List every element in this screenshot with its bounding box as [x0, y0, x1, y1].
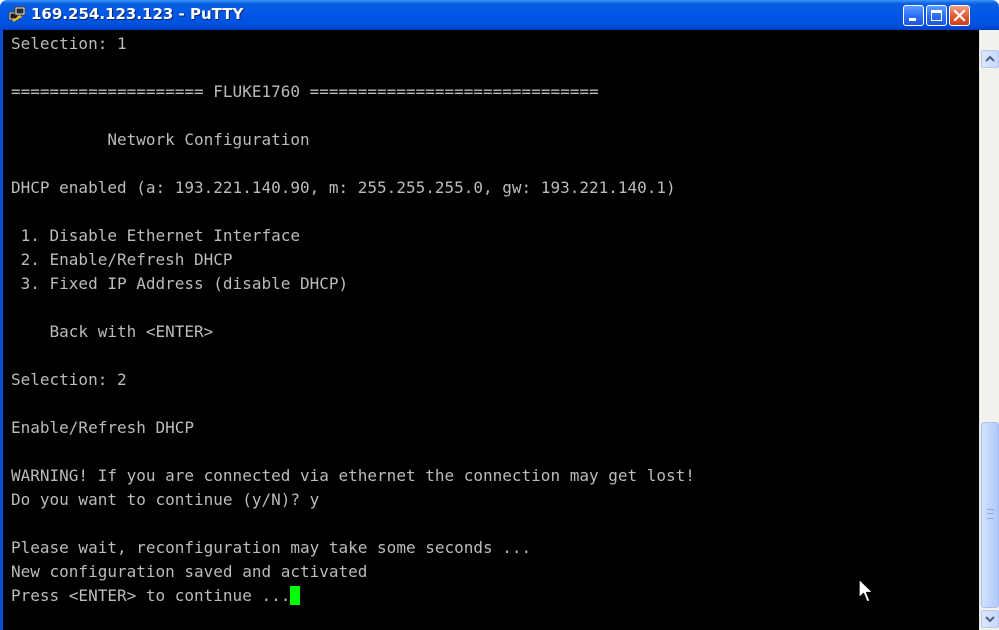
text-cursor	[290, 586, 301, 605]
terminal-output: Selection: 1 ==================== FLUKE1…	[11, 34, 971, 630]
scrollbar-thumb[interactable]	[981, 422, 999, 608]
terminal-line: ==================== FLUKE1760 =========…	[11, 82, 599, 101]
scroll-down-button[interactable]	[981, 610, 999, 628]
chevron-down-icon	[985, 616, 995, 623]
putty-icon	[8, 6, 26, 22]
terminal-line: 1. Disable Ethernet Interface	[11, 226, 300, 245]
terminal-prompt-line: Press <ENTER> to continue ...	[11, 586, 301, 606]
mouse-pointer-icon	[858, 578, 874, 603]
scroll-up-button[interactable]	[981, 50, 999, 68]
vertical-scrollbar[interactable]	[979, 30, 999, 630]
terminal-line: 3. Fixed IP Address (disable DHCP)	[11, 274, 349, 293]
terminal-line: Please wait, reconfiguration may take so…	[11, 538, 532, 557]
terminal-line: New configuration saved and activated	[11, 562, 368, 581]
chevron-up-icon	[985, 55, 995, 62]
terminal-line: Network Configuration	[11, 130, 310, 149]
close-button[interactable]	[949, 5, 970, 26]
title-bar[interactable]: 169.254.123.123 - PuTTY	[0, 0, 999, 30]
minimize-icon	[909, 18, 916, 21]
putty-window: 169.254.123.123 - PuTTY Selection: 1 ===…	[0, 0, 999, 630]
terminal-line: Enable/Refresh DHCP	[11, 418, 195, 437]
terminal-line: Do you want to continue (y/N)? y	[11, 490, 320, 509]
maximize-icon	[931, 10, 942, 21]
terminal-line: DHCP enabled (a: 193.221.140.90, m: 255.…	[11, 178, 676, 197]
terminal-prompt-text: Press <ENTER> to continue ...	[11, 586, 291, 605]
maximize-button[interactable]	[926, 5, 947, 26]
close-icon	[953, 9, 966, 22]
grip-icon	[987, 509, 994, 519]
window-title: 169.254.123.123 - PuTTY	[31, 5, 244, 23]
terminal-line: Selection: 2	[11, 370, 127, 389]
terminal-line: 2. Enable/Refresh DHCP	[11, 250, 233, 269]
terminal-line: WARNING! If you are connected via ethern…	[11, 466, 695, 485]
terminal-line: Selection: 1	[11, 34, 127, 53]
minimize-button[interactable]	[903, 5, 924, 26]
terminal-line: Back with <ENTER>	[11, 322, 214, 341]
